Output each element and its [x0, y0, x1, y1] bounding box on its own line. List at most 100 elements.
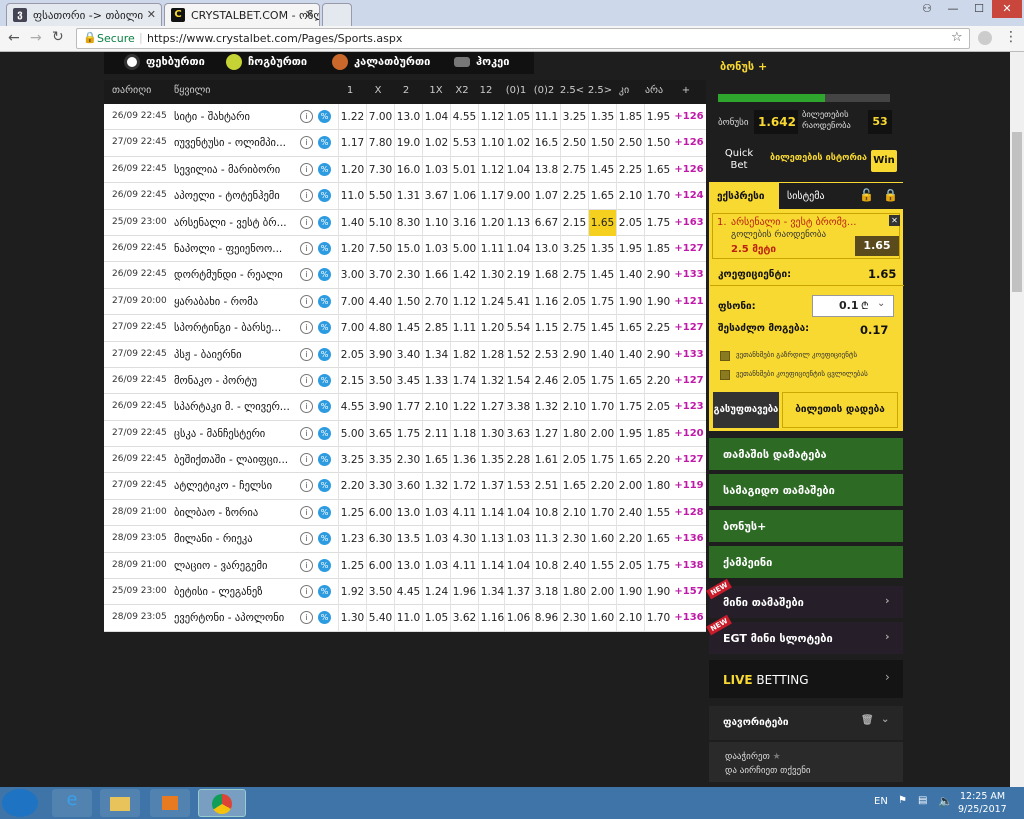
odd-cell[interactable]: 1.45: [394, 315, 422, 342]
minimize-icon[interactable]: —: [940, 0, 966, 18]
odd-cell[interactable]: 1.36: [450, 447, 478, 474]
odd-cell[interactable]: 1.65: [644, 156, 672, 183]
odd-cell[interactable]: 11.0: [394, 605, 422, 632]
tab-football[interactable]: ფეხბურთი: [122, 52, 205, 74]
odd-cell[interactable]: 13.8: [532, 156, 560, 183]
odd-cell[interactable]: 1.13: [504, 209, 532, 236]
odd-cell[interactable]: 2.46: [532, 367, 560, 394]
odd-cell[interactable]: 1.04: [504, 156, 532, 183]
close-window-icon[interactable]: ✕: [992, 0, 1022, 18]
trash-icon[interactable]: 🗑: [861, 715, 874, 726]
odd-cell[interactable]: 13.0: [532, 235, 560, 262]
odd-cell[interactable]: 1.65: [616, 447, 644, 474]
stake-input[interactable]: 0.1 ₾ ⌄: [812, 295, 894, 317]
odd-cell[interactable]: 2.30: [394, 447, 422, 474]
match-teams[interactable]: დორტმუნდი - რეალი: [174, 269, 296, 281]
stats-icon[interactable]: %: [318, 611, 331, 625]
odd-cell[interactable]: 4.45: [394, 579, 422, 606]
more-markets-link[interactable]: +126: [672, 130, 706, 156]
match-teams[interactable]: ევერტონი - აპოლონი: [174, 612, 296, 624]
odd-cell[interactable]: 1.03: [422, 526, 450, 553]
url-field[interactable]: 🔒 Secure | https://www.crystalbet.com/Pa…: [76, 28, 970, 49]
stats-icon[interactable]: %: [318, 268, 331, 282]
odd-cell[interactable]: 1.80: [560, 579, 588, 606]
stats-icon[interactable]: %: [318, 505, 331, 519]
odd-cell[interactable]: 3.50: [366, 367, 394, 394]
odd-cell[interactable]: 1.75: [616, 394, 644, 421]
odd-cell[interactable]: 4.80: [366, 315, 394, 342]
more-markets-link[interactable]: +138: [672, 553, 706, 579]
odd-cell[interactable]: 3.25: [560, 104, 588, 130]
tab-hockey[interactable]: ჰოკეი: [452, 52, 509, 74]
odd-cell[interactable]: 1.80: [644, 473, 672, 500]
odd-cell[interactable]: 2.40: [616, 499, 644, 526]
odd-cell[interactable]: 2.19: [504, 262, 532, 289]
stats-icon[interactable]: %: [318, 136, 331, 150]
more-markets-link[interactable]: +126: [672, 104, 706, 130]
extension-icon[interactable]: [978, 31, 992, 45]
odd-cell[interactable]: 1.37: [504, 579, 532, 606]
odd-cell[interactable]: 1.23: [338, 526, 366, 553]
odd-cell[interactable]: 2.90: [644, 341, 672, 368]
match-teams[interactable]: იუვენტუსი - ოლიმპი...: [174, 137, 296, 149]
odd-cell[interactable]: 1.32: [478, 367, 506, 394]
odd-cell[interactable]: 2.05: [560, 447, 588, 474]
place-bet-button[interactable]: ბილეთის დადება: [782, 392, 898, 428]
odd-cell[interactable]: 3.40: [394, 341, 422, 368]
odd-cell[interactable]: 2.15: [338, 367, 366, 394]
maximize-icon[interactable]: ☐: [966, 0, 992, 18]
odd-cell[interactable]: 1.18: [450, 420, 478, 447]
odd-cell[interactable]: 1.20: [478, 209, 506, 236]
odd-cell[interactable]: 3.30: [366, 473, 394, 500]
match-teams[interactable]: სიტი - შახტარი: [174, 111, 296, 123]
match-teams[interactable]: სევილია - მარიბორი: [174, 164, 296, 176]
match-teams[interactable]: არსენალი - ვესტ ბრ...: [174, 217, 296, 229]
tab-fsatori[interactable]: ვ ფსათორი -> თბილი ✕: [6, 3, 162, 26]
odd-cell[interactable]: 1.27: [478, 394, 506, 421]
odd-cell[interactable]: 13.5: [394, 526, 422, 553]
odd-cell[interactable]: 3.45: [394, 367, 422, 394]
odd-cell[interactable]: 1.34: [478, 579, 506, 606]
odd-cell[interactable]: 1.03: [422, 552, 450, 579]
network-icon[interactable]: ▤: [918, 795, 927, 806]
odd-cell[interactable]: 2.25: [616, 156, 644, 183]
odd-cell[interactable]: 2.11: [422, 420, 450, 447]
odd-cell[interactable]: 1.17: [338, 130, 366, 157]
odd-cell[interactable]: 3.16: [450, 209, 478, 236]
odd-cell[interactable]: 13.0: [394, 552, 422, 579]
odd-cell[interactable]: 1.65: [422, 447, 450, 474]
odd-cell[interactable]: 1.65: [588, 183, 616, 210]
odd-cell[interactable]: 1.70: [644, 183, 672, 210]
odd-cell[interactable]: 1.17: [478, 183, 506, 210]
odd-cell[interactable]: 1.14: [478, 499, 506, 526]
stats-icon[interactable]: %: [318, 162, 331, 176]
match-teams[interactable]: ლაციო - ვარეგემი: [174, 560, 296, 572]
info-icon[interactable]: i: [300, 162, 313, 176]
odd-cell[interactable]: 2.00: [616, 473, 644, 500]
odd-cell[interactable]: 1.70: [644, 605, 672, 632]
odd-cell[interactable]: 1.03: [422, 235, 450, 262]
more-markets-link[interactable]: +136: [672, 605, 706, 631]
odd-cell[interactable]: 1.90: [616, 579, 644, 606]
odd-cell[interactable]: 1.30: [338, 605, 366, 632]
odd-cell[interactable]: 1.20: [338, 235, 366, 262]
odd-cell[interactable]: 1.65: [560, 473, 588, 500]
bookmark-star-icon[interactable]: ☆: [951, 30, 963, 45]
odd-cell[interactable]: 3.90: [366, 341, 394, 368]
new-tab-button[interactable]: [322, 3, 352, 26]
odd-cell[interactable]: 5.01: [450, 156, 478, 183]
odd-cell[interactable]: 1.40: [338, 209, 366, 236]
odd-cell[interactable]: 1.20: [338, 156, 366, 183]
odd-cell[interactable]: 1.31: [394, 183, 422, 210]
odd-cell[interactable]: 1.82: [450, 341, 478, 368]
more-markets-link[interactable]: +126: [672, 157, 706, 183]
odd-cell[interactable]: 1.53: [504, 473, 532, 500]
more-markets-link[interactable]: +127: [672, 236, 706, 262]
stats-icon[interactable]: %: [318, 347, 331, 361]
odd-cell[interactable]: 2.53: [532, 341, 560, 368]
back-icon[interactable]: ←: [8, 30, 20, 46]
menu-dots-icon[interactable]: ⋮: [1004, 29, 1018, 45]
odd-cell[interactable]: 4.40: [366, 288, 394, 315]
odd-cell[interactable]: 8.30: [394, 209, 422, 236]
odd-cell[interactable]: 2.05: [560, 367, 588, 394]
